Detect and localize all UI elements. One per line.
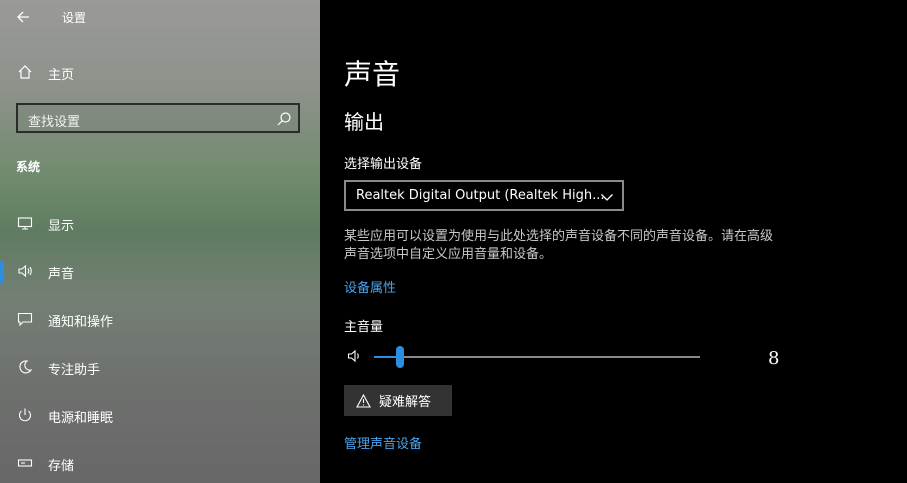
main-panel: 声音 输出 选择输出设备 Realtek Digital Output (Rea… [320,0,907,483]
chevron-down-icon [601,194,613,201]
volume-value: 8 [768,348,780,369]
output-device-label: 选择输出设备 [344,157,423,172]
sidebar-item-label: 显示 [48,219,75,234]
home-icon [16,63,34,81]
output-heading: 输出 [344,110,384,134]
sidebar: 设置 主页 查找设置 系统 显示 声音 通知和操作 专注助手 电源和睡眠 存储 [0,0,320,483]
sidebar-item-storage[interactable]: 存储 [0,452,320,478]
sidebar-item-notifications[interactable]: 通知和操作 [0,308,320,334]
section-title: 系统 [16,160,41,174]
speaker-icon[interactable] [347,348,363,364]
monitor-icon [16,214,34,232]
sidebar-item-display[interactable]: 显示 [0,212,320,238]
master-volume-label: 主音量 [344,320,384,335]
back-arrow-icon [17,11,29,23]
search-placeholder: 查找设置 [28,115,81,130]
moon-icon [16,358,34,376]
sidebar-item-sound[interactable]: 声音 [0,260,320,286]
app-title: 设置 [62,11,87,25]
slider-track [374,356,700,358]
sidebar-item-label: 通知和操作 [48,315,114,330]
warning-icon [356,393,371,408]
output-description: 某些应用可以设置为使用与此处选择的声音设备不同的声音设备。请在高级声音选项中自定… [344,229,774,262]
slider-thumb[interactable] [396,346,404,368]
storage-icon [16,454,34,472]
title-bar: 设置 [0,0,320,34]
back-button[interactable] [12,6,34,28]
sidebar-item-label: 主页 [48,68,75,83]
manage-sound-devices-link[interactable]: 管理声音设备 [344,433,422,452]
search-icon[interactable] [276,111,292,127]
troubleshoot-button[interactable]: 疑难解答 [344,385,452,416]
sidebar-item-label: 存储 [48,459,75,474]
search-input[interactable]: 查找设置 [16,103,300,133]
power-icon [16,406,34,424]
device-properties-link[interactable]: 设备属性 [344,277,396,296]
sidebar-item-label: 声音 [48,267,75,282]
sidebar-item-focus-assist[interactable]: 专注助手 [0,356,320,382]
page-title: 声音 [344,58,401,91]
sidebar-item-label: 电源和睡眠 [48,411,114,426]
volume-slider[interactable] [374,346,700,368]
active-indicator [0,261,4,283]
output-device-value: Realtek Digital Output (Realtek High... [356,188,605,203]
sidebar-item-power[interactable]: 电源和睡眠 [0,404,320,430]
sidebar-item-home[interactable]: 主页 [0,61,320,85]
notification-icon [16,310,34,328]
output-device-dropdown[interactable]: Realtek Digital Output (Realtek High... [344,180,624,211]
sidebar-item-label: 专注助手 [48,363,101,378]
speaker-icon [16,262,34,280]
troubleshoot-label: 疑难解答 [379,395,432,410]
